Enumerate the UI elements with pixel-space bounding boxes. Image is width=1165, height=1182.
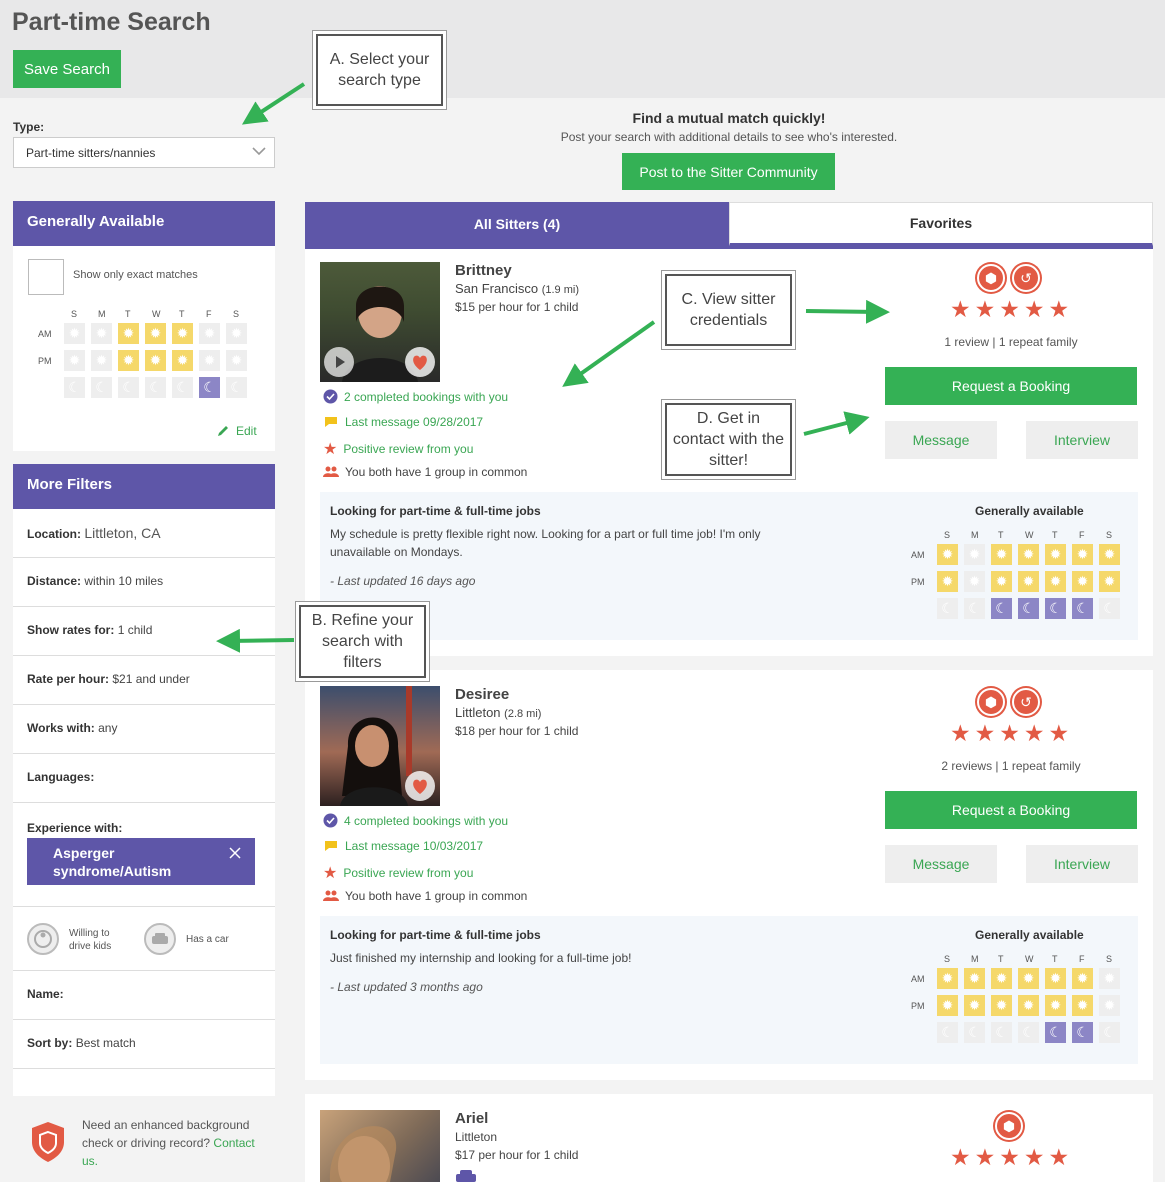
annotation-arrows [216, 82, 890, 653]
